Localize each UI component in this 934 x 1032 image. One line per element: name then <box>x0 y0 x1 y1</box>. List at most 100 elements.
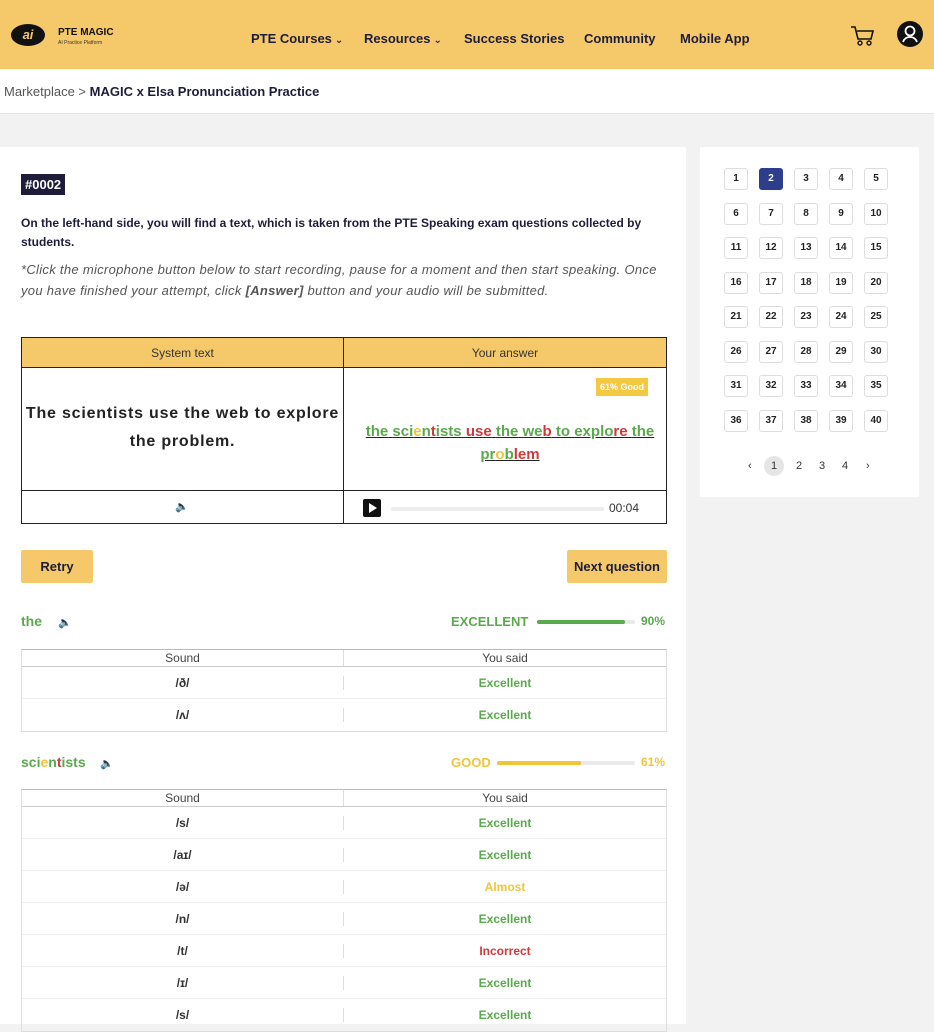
nav-mobile-app[interactable]: Mobile App <box>680 31 750 46</box>
word-the-speaker-icon[interactable]: 🔈 <box>58 616 72 629</box>
question-number-button[interactable]: 28 <box>794 340 818 363</box>
brand-logo[interactable]: ai <box>11 24 45 46</box>
system-text: The scientists use the web to explore th… <box>25 405 340 450</box>
question-number-button[interactable]: 30 <box>864 340 888 363</box>
word-scientists-rating: GOOD <box>451 755 491 770</box>
play-button[interactable] <box>363 499 381 517</box>
question-number-button[interactable]: 18 <box>794 271 818 294</box>
table-row: /aɪ/Excellent <box>22 839 666 871</box>
word-segment: explo <box>574 423 614 440</box>
question-number-button[interactable]: 4 <box>829 168 853 190</box>
question-number-button[interactable]: 19 <box>829 271 853 294</box>
question-number-button[interactable]: 37 <box>759 409 783 432</box>
question-number-button[interactable]: 32 <box>759 375 783 397</box>
breadcrumb-marketplace[interactable]: Marketplace <box>4 84 75 99</box>
word-segment: re <box>613 423 628 440</box>
table-row: /ə/Almost <box>22 871 666 903</box>
pagination-page[interactable]: 3 <box>819 460 825 472</box>
sound-column-header: Sound <box>165 651 200 665</box>
pagination-next-icon[interactable]: › <box>866 460 870 472</box>
speaker-icon[interactable]: 🔈 <box>175 500 189 513</box>
question-number-button[interactable]: 22 <box>759 306 783 328</box>
question-number-button[interactable]: 14 <box>829 237 853 259</box>
you-said-column-header: You said <box>343 650 666 666</box>
word-scientists-speaker-icon[interactable]: 🔈 <box>100 757 114 770</box>
question-number-button[interactable]: 10 <box>864 202 888 225</box>
question-number-button[interactable]: 20 <box>864 271 888 294</box>
score-badge: 61% Good <box>596 378 649 396</box>
question-number-button[interactable]: 8 <box>794 202 818 225</box>
question-number-button[interactable]: 16 <box>724 271 748 294</box>
question-number-button[interactable]: 27 <box>759 340 783 363</box>
word-the-percent: 90% <box>641 614 666 628</box>
nav-resources[interactable]: Resources ⌄ <box>364 31 442 46</box>
phoneme-cell: /s/ <box>175 1008 190 1022</box>
question-number-button[interactable]: 39 <box>829 409 853 432</box>
question-number-button[interactable]: 38 <box>794 409 818 432</box>
phoneme-cell: /s/ <box>175 815 190 830</box>
question-number-button[interactable]: 24 <box>829 306 853 328</box>
word-segment: pr <box>480 446 496 463</box>
word-segment: sci <box>21 754 41 770</box>
question-number-button[interactable]: 2 <box>759 168 783 190</box>
your-answer-text: the scientists use the web to explore th… <box>352 420 668 466</box>
question-number-button[interactable]: 12 <box>759 237 783 259</box>
word-the-rating: EXCELLENT <box>451 614 529 629</box>
column-divider <box>343 338 344 523</box>
question-number-button[interactable]: 9 <box>829 202 853 225</box>
word-segment: b <box>542 423 552 440</box>
nav-community[interactable]: Community <box>584 31 656 46</box>
result-cell: Incorrect <box>343 943 666 958</box>
question-number-button[interactable]: 36 <box>724 409 748 432</box>
table-row: /n/Excellent <box>22 903 666 935</box>
word-segment: the <box>495 423 519 440</box>
question-number-button[interactable]: 23 <box>794 306 818 328</box>
question-number-button[interactable]: 33 <box>794 375 818 397</box>
word-segment: use <box>465 423 492 440</box>
retry-button[interactable]: Retry <box>21 550 93 583</box>
phoneme-cell: /ʌ/ <box>175 708 190 722</box>
word-segment: ists <box>435 423 462 440</box>
word-scientists-sound-table: Sound You said/s/Excellent/aɪ/Excellent/ə… <box>21 789 667 1032</box>
pagination-page[interactable]: 2 <box>796 460 802 472</box>
nav-pte-courses[interactable]: PTE Courses ⌄ <box>251 31 343 46</box>
question-number-button[interactable]: 40 <box>864 409 888 432</box>
next-question-button[interactable]: Next question <box>567 550 667 583</box>
pagination-page[interactable]: 1 <box>764 456 784 476</box>
question-number-button[interactable]: 13 <box>794 237 818 259</box>
word-segment: we <box>522 423 543 440</box>
question-number-button[interactable]: 29 <box>829 340 853 363</box>
question-number-button[interactable]: 11 <box>724 237 748 259</box>
question-number-button[interactable]: 25 <box>864 306 888 328</box>
question-number-button[interactable]: 3 <box>794 168 818 190</box>
word-segment: lem <box>513 446 540 463</box>
table-row: /ʌ/Excellent <box>22 699 666 731</box>
question-number-button[interactable]: 6 <box>724 202 748 225</box>
your-answer-header: Your answer <box>344 338 666 368</box>
cart-icon[interactable] <box>850 25 876 47</box>
breadcrumb: Marketplace > MAGIC x Elsa Pronunciation… <box>4 84 319 99</box>
brand-name[interactable]: PTE MAGIC <box>58 27 114 38</box>
result-cell: Excellent <box>343 847 666 862</box>
question-number-button[interactable]: 17 <box>759 271 783 294</box>
phoneme-cell: /ɪ/ <box>176 975 189 990</box>
pagination-prev-icon[interactable]: ‹ <box>748 460 752 472</box>
word-segment: n <box>48 754 57 770</box>
user-icon[interactable] <box>897 21 923 47</box>
question-number-button[interactable]: 34 <box>829 375 853 397</box>
nav-success-stories[interactable]: Success Stories <box>464 31 564 46</box>
word-segment: the <box>631 423 655 440</box>
question-number-button[interactable]: 35 <box>864 375 888 397</box>
table-row: /ɪ/Excellent <box>22 967 666 999</box>
question-number-button[interactable]: 21 <box>724 306 748 328</box>
audio-progress-track[interactable] <box>391 507 604 511</box>
question-number-button[interactable]: 7 <box>759 202 783 225</box>
question-number-button[interactable]: 1 <box>724 168 748 190</box>
pagination-page[interactable]: 4 <box>842 460 848 472</box>
word-segment: sci <box>392 423 414 440</box>
question-number-button[interactable]: 5 <box>864 168 888 190</box>
question-number-button[interactable]: 31 <box>724 375 748 397</box>
table-header-row: Sound You said <box>22 650 666 667</box>
question-number-button[interactable]: 15 <box>864 237 888 259</box>
question-number-button[interactable]: 26 <box>724 340 748 363</box>
